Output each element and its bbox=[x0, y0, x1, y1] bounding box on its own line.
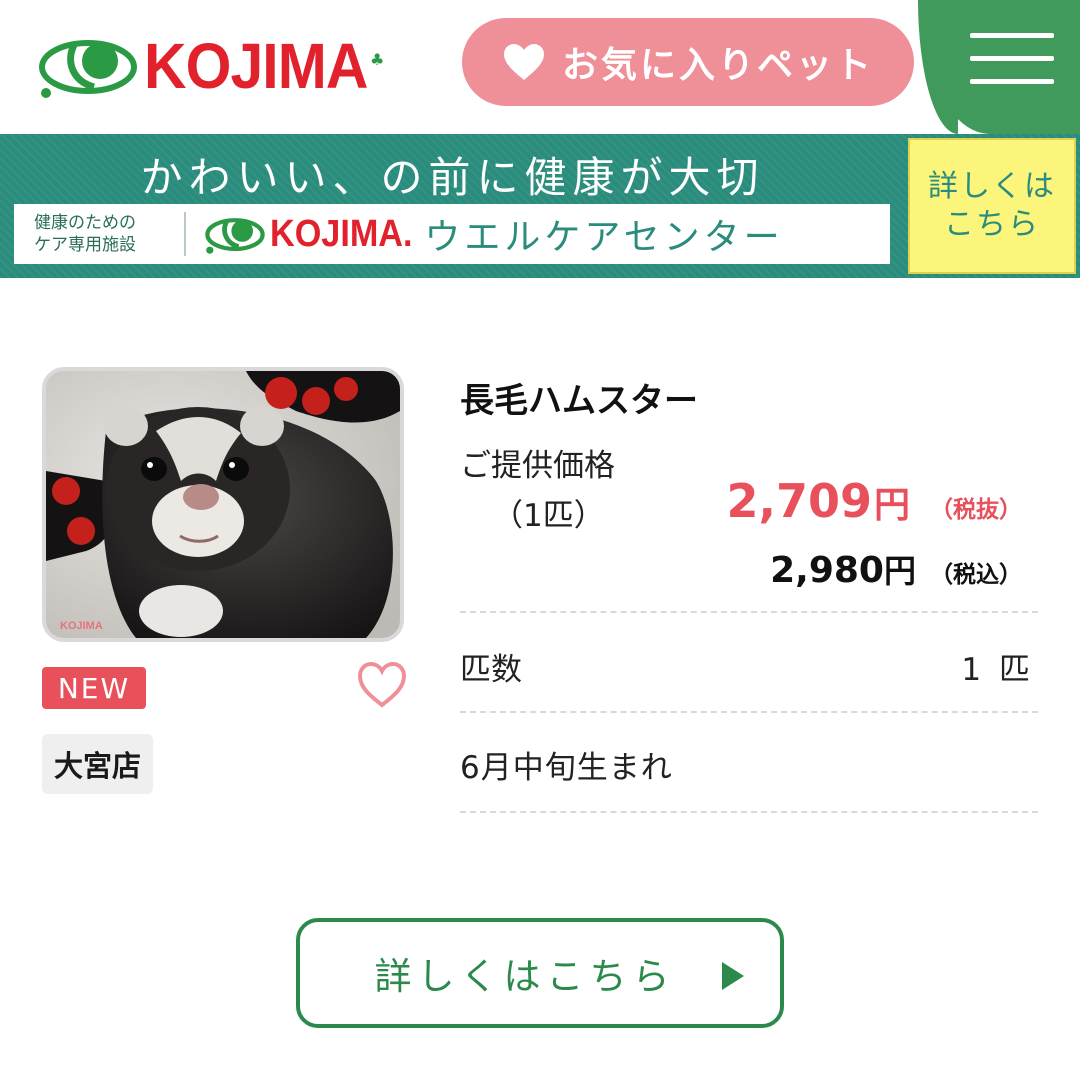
price-including-tax: 2,980 円 （税込） bbox=[770, 546, 1022, 592]
banner-small-text: 健康のための ケア専用施設 bbox=[14, 212, 186, 256]
pet-name: 長毛ハムスター bbox=[460, 381, 698, 421]
site-header: KOJIMA ♣ お気に入りペット bbox=[0, 0, 1080, 134]
favorite-pets-label: お気に入りペット bbox=[561, 45, 874, 86]
banner-logo-wordmark: KOJIMA. bbox=[270, 212, 413, 255]
pet-photo[interactable]: KOJIMA bbox=[42, 367, 404, 642]
play-arrow-icon bbox=[722, 962, 744, 990]
banner-center-name: ウエルケアセンター bbox=[424, 217, 784, 258]
divider bbox=[460, 811, 1038, 813]
details-button-label: 詳しくはこちら bbox=[374, 955, 676, 998]
hamburger-icon[interactable] bbox=[970, 33, 1054, 85]
divider bbox=[460, 611, 1038, 613]
banner-cta-line1: 詳しくは bbox=[928, 169, 1056, 204]
photo-watermark: KOJIMA bbox=[60, 620, 103, 632]
banner-details-link[interactable]: 詳しくは こちら bbox=[908, 138, 1076, 274]
clover-icon: ♣ bbox=[370, 50, 385, 69]
birth-info: 6月中旬生まれ bbox=[460, 750, 673, 786]
price-ex-tax-label: （税抜） bbox=[930, 497, 1022, 523]
logo-wordmark: KOJIMA bbox=[144, 30, 368, 102]
details-button[interactable]: 詳しくはこちら bbox=[296, 918, 784, 1028]
price-ex-yen: 円 bbox=[873, 485, 910, 526]
price-unit: （1匹） bbox=[492, 498, 605, 534]
store-tag: 大宮店 bbox=[42, 734, 154, 794]
count-value: 1 匹 bbox=[961, 652, 1034, 688]
price-ex-value: 2,709 bbox=[726, 474, 872, 528]
menu-area bbox=[920, 0, 1080, 134]
favorite-heart-icon[interactable] bbox=[356, 660, 408, 710]
price-in-yen: 円 bbox=[883, 552, 916, 590]
new-badge: NEW bbox=[42, 667, 146, 709]
heart-icon bbox=[503, 44, 544, 80]
banner-kojima-logo: KOJIMA. bbox=[204, 213, 428, 256]
kojima-logo-mark-icon bbox=[205, 218, 265, 254]
banner-cta-line2: こちら bbox=[944, 207, 1040, 242]
kojima-logo-mark-icon bbox=[39, 40, 137, 98]
banner-main: かわいい、の前に健康が大切 健康のための ケア専用施設 KOJIMA. ウエルケ… bbox=[0, 134, 905, 278]
price-label: ご提供価格 bbox=[460, 448, 615, 484]
divider bbox=[460, 711, 1038, 713]
price-excluding-tax: 2,709 円 （税抜） bbox=[726, 474, 1022, 528]
favorite-pets-button[interactable]: お気に入りペット bbox=[462, 18, 914, 106]
banner-strip: 健康のための ケア専用施設 KOJIMA. ウエルケアセンター bbox=[14, 204, 890, 264]
wellcare-center-banner[interactable]: かわいい、の前に健康が大切 健康のための ケア専用施設 KOJIMA. ウエルケ… bbox=[0, 134, 1080, 278]
price-in-value: 2,980 bbox=[770, 550, 884, 591]
price-in-tax-label: （税込） bbox=[930, 562, 1022, 588]
kojima-logo[interactable]: KOJIMA bbox=[38, 26, 387, 106]
count-label: 匹数 bbox=[460, 652, 522, 688]
banner-title: かわいい、の前に健康が大切 bbox=[140, 153, 765, 202]
banner-small-text-line2: ケア専用施設 bbox=[34, 235, 136, 255]
ferret-photo-image: KOJIMA bbox=[46, 371, 400, 638]
banner-small-text-line1: 健康のための bbox=[34, 213, 136, 233]
